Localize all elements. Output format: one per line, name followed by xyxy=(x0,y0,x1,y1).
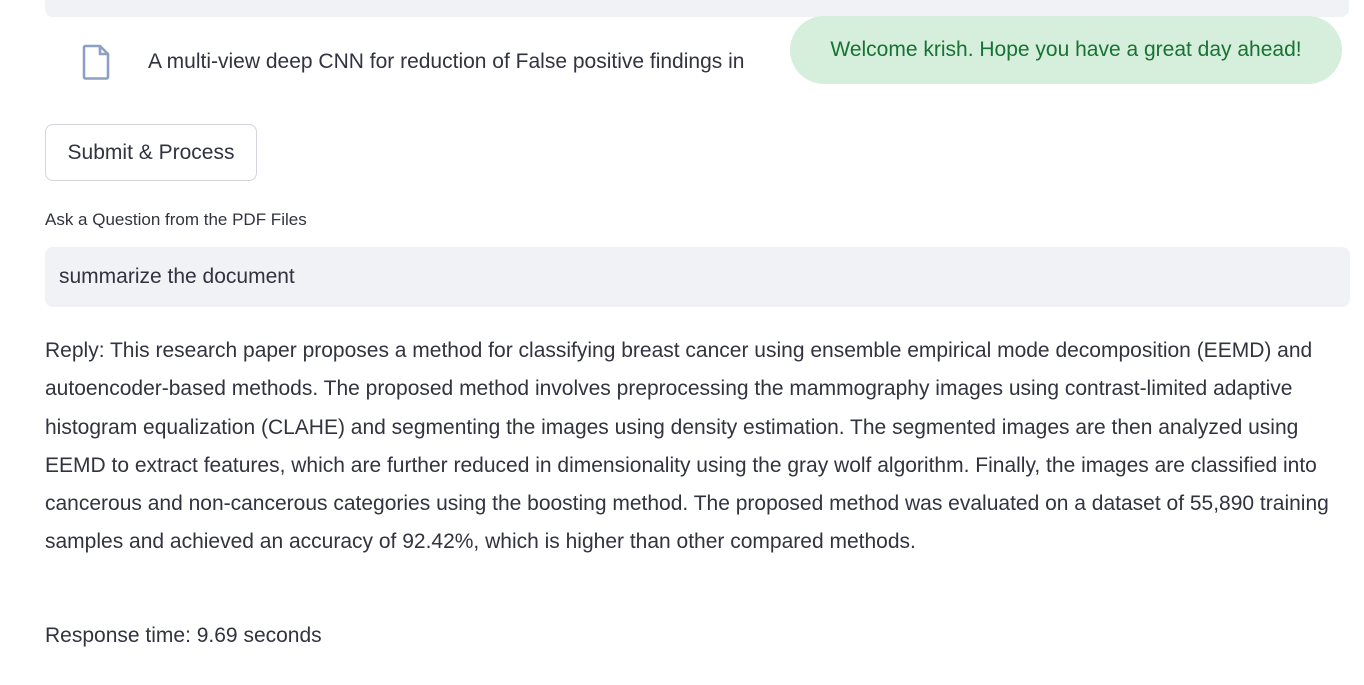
welcome-toast: Welcome krish. Hope you have a great day… xyxy=(790,16,1342,84)
file-document-icon xyxy=(79,42,113,82)
question-input[interactable] xyxy=(45,247,1350,307)
uploaded-file-name: A multi-view deep CNN for reduction of F… xyxy=(148,50,745,73)
submit-process-button[interactable]: Submit & Process xyxy=(45,124,257,181)
toast-message: Welcome krish. Hope you have a great day… xyxy=(830,38,1302,61)
response-time-text: Response time: 9.69 seconds xyxy=(45,624,322,647)
reply-text: Reply: This research paper proposes a me… xyxy=(45,339,1329,554)
question-label: Ask a Question from the PDF Files xyxy=(45,210,307,229)
app-page: A multi-view deep CNN for reduction of F… xyxy=(0,0,1364,685)
file-uploader-bottom-edge xyxy=(45,0,1349,17)
